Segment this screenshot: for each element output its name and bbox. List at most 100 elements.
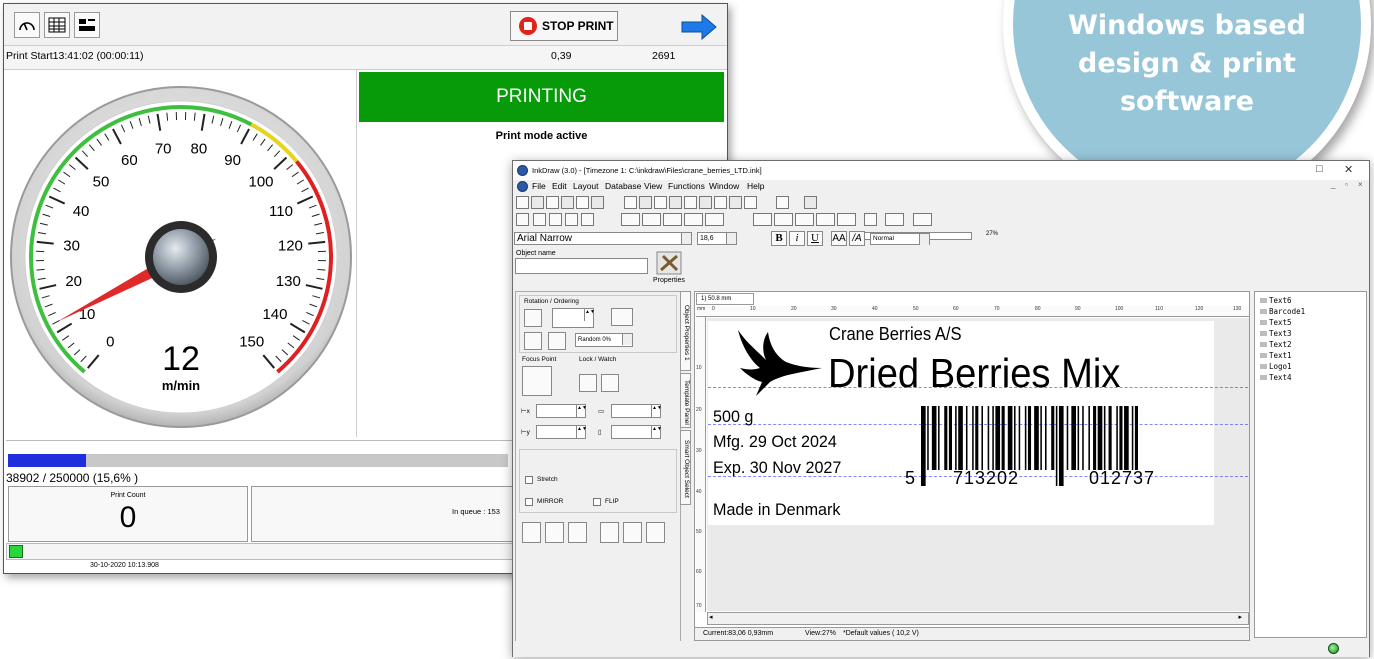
text-multi-icon[interactable] [642, 213, 661, 226]
height-input[interactable]: ▲▼ [611, 425, 662, 439]
tab-smart-object-select[interactable]: Smart Object Select [680, 430, 691, 505]
counter-icon[interactable] [663, 213, 682, 226]
maximize-icon[interactable]: □ [1316, 163, 1323, 175]
menu-layout[interactable]: Layout [573, 181, 599, 191]
tree-item[interactable]: Text4 [1260, 373, 1292, 382]
list-view-button[interactable] [74, 12, 100, 38]
menu-edit[interactable]: Edit [552, 181, 567, 191]
shift-tool-icon[interactable] [795, 213, 814, 226]
label-origin-text[interactable]: Made in Denmark [713, 500, 840, 520]
wide-text-icon[interactable]: AA [831, 231, 847, 246]
text-direction-icon[interactable] [611, 308, 633, 326]
redo-icon[interactable] [639, 196, 652, 209]
italic-button[interactable]: i [789, 231, 805, 246]
x-position-input[interactable]: ▲▼ [536, 404, 587, 418]
font-size-select[interactable]: 18,6 [697, 232, 737, 245]
mdi-restore-icon[interactable]: ▫ [1345, 180, 1348, 189]
bring-forward-icon[interactable] [524, 332, 542, 350]
align-right-icon[interactable] [646, 522, 665, 543]
save-icon[interactable] [546, 196, 559, 209]
gauge-view-button[interactable] [14, 12, 40, 38]
narrow-text-icon[interactable]: /A [849, 231, 865, 246]
line-tool-icon[interactable] [581, 213, 594, 226]
tab-object-properties[interactable]: Object Properties 1 [680, 291, 691, 371]
db-field-icon[interactable] [913, 213, 932, 226]
help-icon[interactable] [864, 213, 877, 226]
align-icon[interactable] [684, 196, 697, 209]
bold-button[interactable]: B [771, 231, 787, 246]
menu-file[interactable]: File [532, 181, 546, 191]
settings-icon[interactable] [714, 196, 727, 209]
printer-icon[interactable] [776, 196, 789, 209]
menu-functions[interactable]: Functions [668, 181, 705, 191]
variable-icon[interactable] [885, 213, 904, 226]
label-weight-text[interactable]: 500 g [713, 407, 753, 427]
y-position-input[interactable]: ▲▼ [536, 425, 587, 439]
tree-item[interactable]: Barcode1 [1260, 307, 1305, 316]
circle-tool-icon[interactable] [549, 213, 562, 226]
style-select[interactable]: Normal [870, 233, 930, 245]
align-left-icon[interactable] [600, 522, 619, 543]
underline-button[interactable]: U [807, 231, 823, 246]
cut-icon[interactable] [654, 196, 667, 209]
mdi-minimize-icon[interactable]: _ [1331, 180, 1335, 189]
new-file-icon[interactable] [516, 196, 529, 209]
mdi-close-icon[interactable]: × [1358, 180, 1363, 189]
open-file-icon[interactable] [531, 196, 544, 209]
label-exp-date[interactable]: Exp. 30 Nov 2027 [713, 458, 841, 478]
star-icon[interactable] [516, 213, 529, 226]
label-product-text[interactable]: Dried Berries Mix [828, 350, 1120, 397]
duplicate-icon[interactable] [669, 196, 682, 209]
rotation-input[interactable]: ▲▼ [552, 308, 595, 328]
paste-icon[interactable] [591, 196, 604, 209]
label-barcode[interactable]: 5 713202 012737 [903, 406, 1207, 488]
canvas-tab[interactable]: 1) 50.8 mm [696, 293, 754, 305]
random-select[interactable]: Random 0% [575, 333, 633, 347]
tree-item[interactable]: Text2 [1260, 340, 1292, 349]
date-tool-icon[interactable] [753, 213, 772, 226]
lock-icon[interactable] [579, 374, 597, 392]
send-back-icon[interactable] [548, 332, 566, 350]
focus-point-grid-icon[interactable] [522, 366, 552, 396]
next-arrow-icon[interactable] [680, 14, 718, 40]
close-icon[interactable]: ✕ [1344, 163, 1353, 176]
menu-window[interactable]: Window [709, 181, 739, 191]
menu-help[interactable]: Help [747, 181, 764, 191]
align-bottom-icon[interactable] [568, 522, 587, 543]
align-middle-icon[interactable] [545, 522, 564, 543]
align-top-icon[interactable] [522, 522, 541, 543]
barcode-tool-icon[interactable] [705, 213, 724, 226]
preview-icon[interactable] [804, 196, 817, 209]
menu-view[interactable]: View [644, 181, 662, 191]
link-icon[interactable] [744, 196, 757, 209]
tools-icon[interactable] [729, 196, 742, 209]
width-input[interactable]: ▲▼ [611, 404, 662, 418]
object-name-input[interactable] [515, 258, 648, 274]
copy-icon[interactable] [576, 196, 589, 209]
time-tool-icon[interactable] [774, 213, 793, 226]
tree-item[interactable]: Logo1 [1260, 362, 1292, 371]
scroll-left-icon[interactable]: ◂ [709, 613, 713, 621]
menu-database[interactable]: Database [605, 181, 641, 191]
label-company-text[interactable]: Crane Berries A/S [829, 324, 962, 345]
scroll-right-icon[interactable]: ▸ [1238, 613, 1242, 621]
text-tool-icon[interactable] [621, 213, 640, 226]
rotate-icon[interactable] [524, 309, 542, 327]
logo-tool-icon[interactable] [684, 213, 703, 226]
mirror-checkbox[interactable] [525, 498, 533, 506]
crosshair-icon[interactable] [533, 213, 546, 226]
stop-print-button[interactable]: STOP PRINT [510, 11, 618, 41]
flip-checkbox[interactable] [593, 498, 601, 506]
undo-icon[interactable] [624, 196, 637, 209]
align-center-icon[interactable] [623, 522, 642, 543]
line2-tool-icon[interactable] [837, 213, 856, 226]
tree-item[interactable]: Text5 [1260, 318, 1292, 327]
watch-icon[interactable] [601, 374, 619, 392]
group-icon[interactable] [699, 196, 712, 209]
stretch-checkbox[interactable] [525, 476, 533, 484]
label-mfg-date[interactable]: Mfg. 29 Oct 2024 [713, 432, 837, 452]
sequence-tool-icon[interactable] [816, 213, 835, 226]
tree-item[interactable]: Text6 [1260, 296, 1292, 305]
rectangle-tool-icon[interactable] [565, 213, 578, 226]
tree-item[interactable]: Text3 [1260, 329, 1292, 338]
